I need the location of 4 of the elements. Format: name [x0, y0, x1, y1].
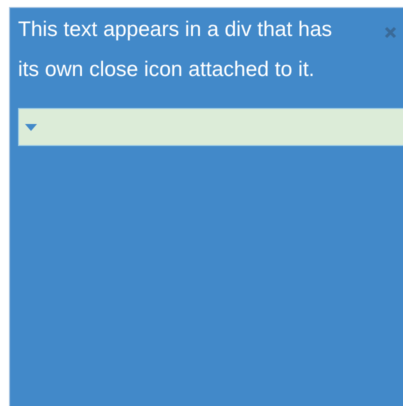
message-text: This text appears in a div that has its own close icon attached to it.: [18, 17, 334, 83]
dropdown-bar[interactable]: [18, 108, 403, 146]
caret-icon: [25, 124, 37, 130]
close-icon[interactable]: [384, 26, 397, 39]
